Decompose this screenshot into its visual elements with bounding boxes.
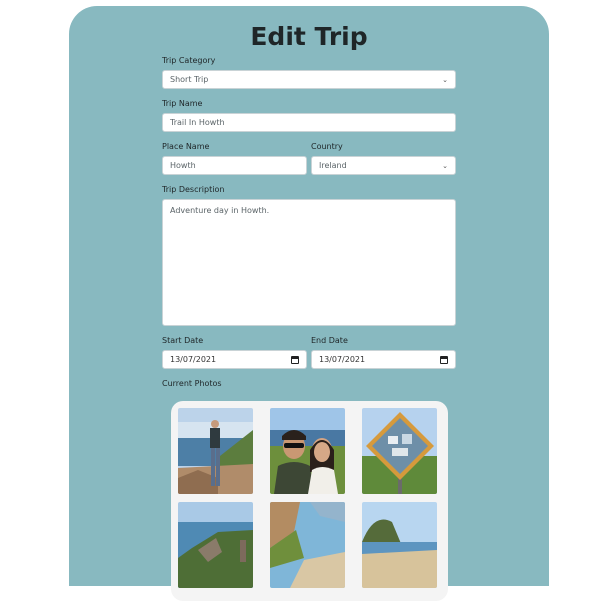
chevron-down-icon: ⌄ — [442, 161, 448, 170]
photo-gallery — [171, 401, 448, 601]
end-date-input[interactable]: 13/07/2021 — [311, 350, 456, 369]
place-name-label: Place Name — [162, 142, 210, 151]
trip-category-label: Trip Category — [162, 56, 216, 65]
trip-photo[interactable] — [362, 502, 437, 588]
page-title: Edit Trip — [250, 22, 368, 51]
trip-photo[interactable] — [178, 408, 253, 494]
trip-name-input[interactable]: Trail In Howth — [162, 113, 456, 132]
end-date-value: 13/07/2021 — [319, 355, 366, 364]
start-date-input[interactable]: 13/07/2021 — [162, 350, 307, 369]
trip-name-value: Trail In Howth — [170, 118, 225, 127]
country-label: Country — [311, 142, 343, 151]
country-value: Ireland — [319, 161, 347, 170]
end-date-label: End Date — [311, 336, 348, 345]
trip-category-select[interactable]: Short Trip ⌄ — [162, 70, 456, 89]
calendar-icon[interactable] — [291, 355, 299, 364]
trip-description-value: Adventure day in Howth. — [170, 206, 270, 215]
trip-category-value: Short Trip — [170, 75, 209, 84]
start-date-label: Start Date — [162, 336, 204, 345]
start-date-value: 13/07/2021 — [170, 355, 217, 364]
trip-description-textarea[interactable]: Adventure day in Howth. — [162, 199, 456, 326]
trip-photo[interactable] — [270, 408, 345, 494]
trip-description-label: Trip Description — [162, 185, 225, 194]
calendar-icon[interactable] — [440, 355, 448, 364]
edit-trip-card: Edit Trip Trip Category Short Trip ⌄ Tri… — [69, 6, 549, 601]
place-name-value: Howth — [170, 161, 196, 170]
trip-photo[interactable] — [270, 502, 345, 588]
country-select[interactable]: Ireland ⌄ — [311, 156, 456, 175]
trip-photo[interactable] — [362, 408, 437, 494]
trip-photo[interactable] — [178, 502, 253, 588]
place-name-input[interactable]: Howth — [162, 156, 307, 175]
trip-name-label: Trip Name — [162, 99, 203, 108]
chevron-down-icon: ⌄ — [442, 75, 448, 84]
current-photos-label: Current Photos — [162, 379, 222, 388]
